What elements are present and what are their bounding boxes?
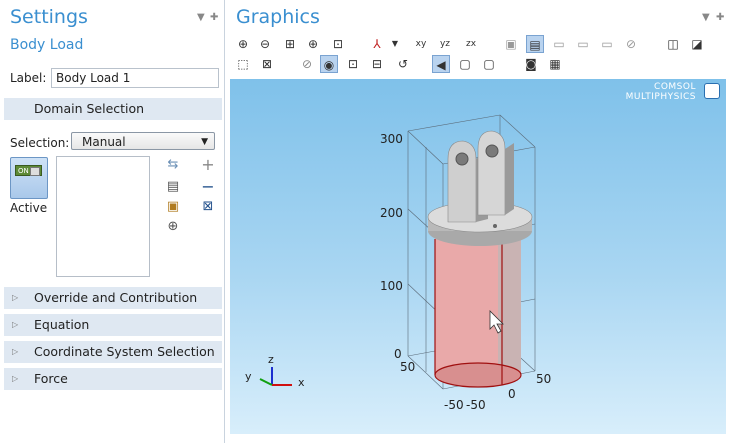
snapshot-icon[interactable]: ◪ <box>688 35 706 53</box>
label-field[interactable]: Body Load 1 <box>51 68 219 88</box>
section-label: Equation <box>34 317 90 332</box>
tick-label-z: 0 <box>394 347 402 361</box>
chevron-down-icon: ▼ <box>201 137 208 147</box>
active-toggle-button[interactable]: ON <box>10 157 48 199</box>
pin-icon[interactable]: ✚ <box>210 12 218 23</box>
wireframe-icon[interactable]: ▤ <box>526 35 544 53</box>
toggle-switch-icon: ON <box>15 165 42 176</box>
select-domains-icon[interactable]: ◀ <box>432 55 450 73</box>
tick-label-z: 300 <box>380 132 403 146</box>
expand-icon: ▷ <box>12 347 19 356</box>
triad-x-label: x <box>298 376 305 389</box>
transparency-icon[interactable]: ▣ <box>502 35 520 53</box>
section-label: Domain Selection <box>34 101 145 116</box>
section-label: Force <box>34 371 68 386</box>
tick-label-x: -50 <box>466 398 486 412</box>
select-boundaries-icon[interactable]: ▢ <box>456 55 474 73</box>
zoom-box-icon[interactable]: ⊞ <box>281 35 299 53</box>
node-subtitle: Body Load <box>10 37 84 53</box>
selection-list[interactable] <box>56 156 150 277</box>
settings-title: Settings <box>10 6 88 28</box>
print-icon[interactable]: ▦ <box>546 55 564 73</box>
triad-y-label: y <box>245 370 252 383</box>
zoom-selected-icon[interactable]: ⊕ <box>304 35 322 53</box>
active-label: Active <box>10 201 48 215</box>
clipboard-icon[interactable]: ▣ <box>165 199 181 215</box>
remove-icon[interactable]: − <box>200 179 216 195</box>
expand-icon: ▷ <box>12 293 19 302</box>
section-label: Coordinate System Selection <box>34 344 215 359</box>
zx-view-icon[interactable]: zx <box>462 35 480 53</box>
select-box-icon[interactable]: ⬚ <box>234 55 252 73</box>
expand-icon: ▷ <box>12 320 19 329</box>
xy-view-icon[interactable]: xy <box>412 35 430 53</box>
tick-label-y: -50 <box>444 398 464 412</box>
graphics-viewport[interactable]: COMSOL MULTIPHYSICS 300 200 100 0 50 -50… <box>230 79 726 434</box>
selection-value: Manual <box>82 135 126 149</box>
label-caption: Label: <box>10 71 47 85</box>
render-icon[interactable]: ▭ <box>550 35 568 53</box>
deselect-icon[interactable]: ⊠ <box>258 55 276 73</box>
axis-triad <box>259 367 292 386</box>
tick-label-x: 50 <box>536 372 552 386</box>
add-icon[interactable]: + <box>200 157 216 173</box>
triad-z-label: z <box>268 353 274 366</box>
zoom-selected-icon[interactable]: ⊕ <box>165 219 181 235</box>
zoom-extents-icon[interactable]: ⊡ <box>329 35 347 53</box>
show-items-icon[interactable]: ◉ <box>320 55 338 73</box>
tick-label-z: 200 <box>380 206 403 220</box>
panel-menu-icon[interactable]: ▼ <box>197 12 205 23</box>
paste-selection-icon[interactable]: ⇆ <box>165 157 181 173</box>
tick-label-x: 0 <box>508 387 516 401</box>
yz-view-icon[interactable]: yz <box>436 35 454 53</box>
clear-selection-icon[interactable]: ⊠ <box>200 199 216 215</box>
graphics-toolbar-2: ⬚ ⊠ ⊘ ◉ ⊡ ⊟ ↺ ◀ ▢ ▢ ◙ ▦ <box>234 55 714 75</box>
tick-label-y: 50 <box>400 360 416 374</box>
pin-icon[interactable]: ✚ <box>716 12 724 23</box>
reset-hiding-icon[interactable]: ⊟ <box>368 55 386 73</box>
selection-caption: Selection: <box>10 136 70 150</box>
screenshot-icon[interactable]: ◫ <box>664 35 682 53</box>
refresh-icon[interactable]: ↺ <box>394 55 412 73</box>
hide-icon[interactable]: ▭ <box>574 35 592 53</box>
section-label: Override and Contribution <box>34 290 198 305</box>
section-coordinate-system[interactable]: ▷ Coordinate System Selection <box>4 341 222 363</box>
section-equation[interactable]: ▷ Equation <box>4 314 222 336</box>
section-domain-selection[interactable]: Domain Selection <box>4 98 222 120</box>
camera-icon[interactable]: ◙ <box>522 55 540 73</box>
show-icon[interactable]: ▭ <box>598 35 616 53</box>
graphics-title: Graphics <box>236 6 320 28</box>
section-force[interactable]: ▷ Force <box>4 368 222 390</box>
clear-icon[interactable]: ⊘ <box>622 35 640 53</box>
view-hidden-icon[interactable]: ⊡ <box>344 55 362 73</box>
zoom-in-icon[interactable]: ⊕ <box>234 35 252 53</box>
clevis-lugs <box>447 130 514 223</box>
cylinder-body <box>434 237 522 388</box>
hide-items-icon[interactable]: ⊘ <box>298 55 316 73</box>
graphics-toolbar-1: ⊕ ⊖ ⊞ ⊕ ⊡ ⅄ ▼ xy yz zx ▣ ▤ ▭ ▭ ▭ ⊘ ◫ ◪ <box>234 35 714 55</box>
selection-dropdown[interactable]: Manual ▼ <box>71 132 215 150</box>
chevron-down-icon[interactable]: ▼ <box>386 35 404 53</box>
zoom-out-icon[interactable]: ⊖ <box>256 35 274 53</box>
tick-label-z: 100 <box>380 279 403 293</box>
select-edges-icon[interactable]: ▢ <box>480 55 498 73</box>
view-axis-icon[interactable]: ⅄ <box>368 35 386 53</box>
settings-panel: Settings ▼ ✚ Body Load Label: Body Load … <box>0 0 225 443</box>
section-override[interactable]: ▷ Override and Contribution <box>4 287 222 309</box>
panel-menu-icon[interactable]: ▼ <box>702 12 710 23</box>
copy-icon[interactable]: ▤ <box>165 179 181 195</box>
expand-icon: ▷ <box>12 374 19 383</box>
